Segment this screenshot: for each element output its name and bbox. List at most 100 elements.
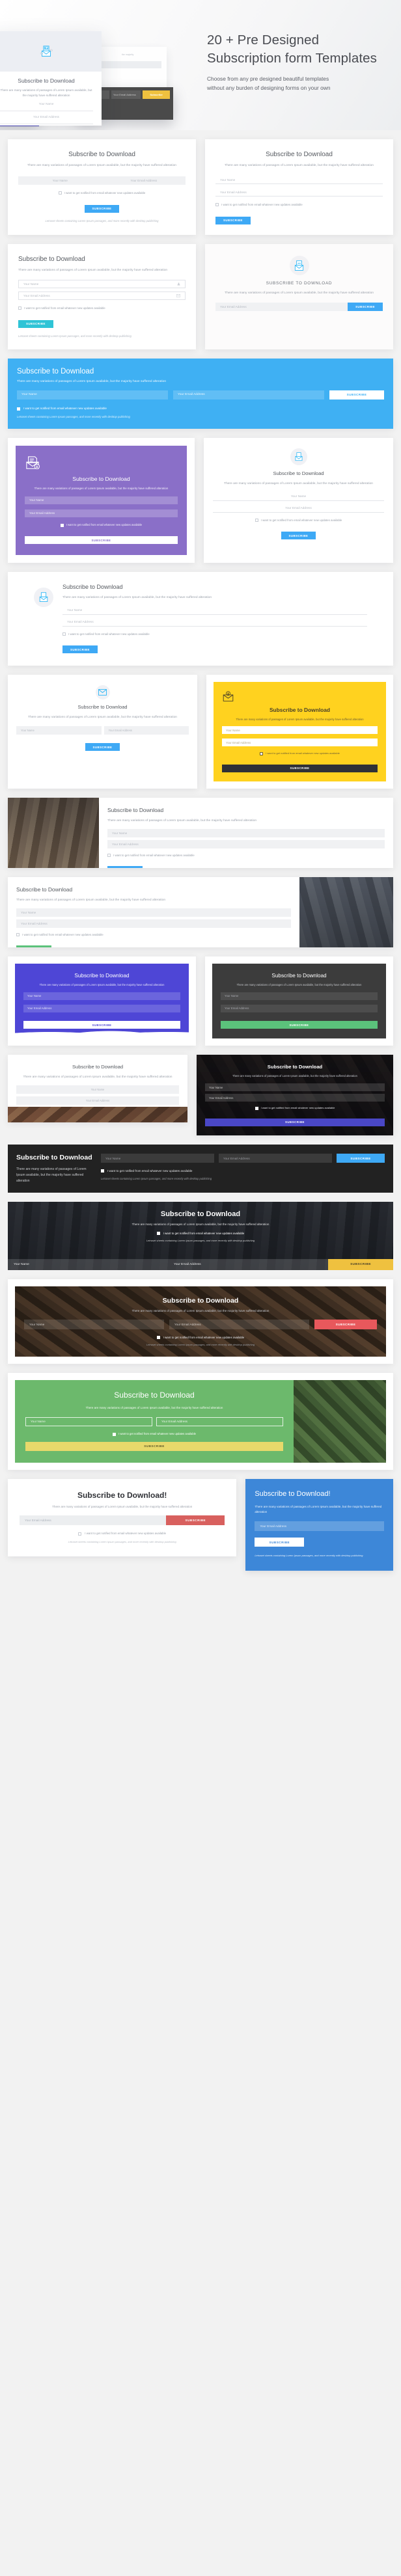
template-22-email-input[interactable]: Your Email Address [255,1521,384,1532]
template-5-email-input[interactable]: Your Email Address [173,390,324,400]
template-15-email-input[interactable]: Your Email Address [16,1096,179,1105]
template-12-email-input[interactable]: Your Email Address [16,919,291,929]
template-card-8[interactable]: Subscribe to Download There are many var… [8,571,393,666]
template-17-subscribe-button[interactable]: SUBSCRIBE [337,1154,385,1163]
template-card-2[interactable]: Subscribe to Download There are many var… [205,139,393,236]
template-13-subscribe-button[interactable]: SUBSCRIBE [23,1021,180,1029]
template-card-5[interactable]: Subscribe to Download There are many var… [8,358,393,429]
template-10-subscribe-button[interactable]: SUBSCRIBE [222,764,378,772]
template-16-name-input[interactable]: Your Name [205,1083,385,1092]
template-card-1[interactable]: Subscribe to Download There are many var… [8,139,196,236]
template-card-10[interactable]: Subscribe to Download There are many var… [214,681,386,782]
template-3-name-input[interactable]: Your Name [18,280,186,289]
template-8-subscribe-button[interactable]: SUBSCRIBE [62,645,98,654]
template-card-4[interactable]: SUBSCRIBE TO DOWNLOAD There are many var… [205,244,393,349]
template-11-email-input[interactable]: Your Email Address [107,840,385,849]
template-7-name-input[interactable]: Your Name [213,493,384,501]
template-card-17[interactable]: Subscribe to Download There are many var… [8,1145,393,1193]
template-card-12[interactable]: Subscribe to Download There are many var… [8,877,393,948]
hero-dark-subscribe-button[interactable]: Subscribe [143,90,170,99]
template-1-email-input[interactable]: Your Email Address [102,176,186,185]
template-6-subscribe-button[interactable]: SUBSCRIBE [25,536,178,545]
template-4-email-input[interactable]: Your Email Address [215,303,348,312]
template-card-21[interactable]: Subscribe to Download! There are many va… [8,1478,237,1556]
template-20-checkbox[interactable] [113,1432,117,1436]
template-7-checkbox[interactable] [255,518,258,522]
template-19-subscribe-button[interactable]: SUBSCRIBE [314,1320,377,1330]
template-card-20[interactable]: Subscribe to Download There are many var… [15,1380,386,1463]
template-1-name-input[interactable]: Your Name [18,176,102,185]
template-21-checkbox[interactable] [78,1532,82,1536]
hero-ghost-field[interactable] [94,61,161,68]
template-4-subscribe-button[interactable]: SUBSCRIBE [348,303,383,312]
template-10-name-input[interactable]: Your Name [222,726,378,735]
template-3-email-input[interactable]: Your Email Address [18,291,186,301]
template-8-checkbox[interactable] [62,632,66,636]
template-19-name-input[interactable]: Your Name [24,1320,164,1330]
template-card-16[interactable]: Subscribe to Download There are many var… [197,1055,393,1135]
template-9-email-input[interactable]: Your Email Address [104,725,189,735]
template-5-name-input[interactable]: Your Name [17,390,168,400]
template-7-email-input[interactable]: Your Email Address [213,504,384,513]
hero-dark-field-email[interactable]: Your Email Address [111,90,141,99]
template-20-name-input[interactable]: Your Name [25,1417,152,1426]
template-18-email-input[interactable]: Your Email Address [168,1259,328,1271]
template-7-subscribe-button[interactable]: SUBSCRIBE [281,532,316,540]
template-card-9[interactable]: Subscribe to Download There are many var… [8,674,197,789]
hero-main-email-placeholder[interactable]: Your Email Address [0,115,93,118]
template-16-checkbox[interactable] [255,1107,258,1111]
template-21-email-input[interactable]: Your Email Address [20,1515,167,1525]
template-15-name-input[interactable]: Your Name [16,1085,179,1094]
template-18-name-input[interactable]: Your Name [8,1259,168,1271]
template-card-7[interactable]: Subscribe to Download There are many var… [204,437,393,563]
template-11-checkbox[interactable] [107,854,111,858]
template-9-name-input[interactable]: Your Name [16,725,102,735]
template-8-name-input[interactable]: Your Name [62,606,367,615]
template-10-email-input[interactable]: Your Email Address [222,739,378,747]
template-9-subscribe-button[interactable]: SUBSCRIBE [85,743,120,752]
template-3-checkbox[interactable] [18,306,21,310]
template-19-checkbox[interactable] [156,1336,160,1340]
hero-main-preview-card[interactable]: Subscribe to Download There are many var… [0,31,102,126]
template-12-subscribe-button[interactable]: SUBSCRIBE [16,945,51,948]
template-18-subscribe-button[interactable]: SUBSCRIBE [328,1259,393,1271]
template-20-subscribe-button[interactable]: SUBSCRIBE [25,1441,283,1451]
template-2-email-input[interactable]: Your Email Address [215,188,383,197]
template-19-email-input[interactable]: Your Email Address [169,1320,309,1330]
template-5-checkbox[interactable] [17,407,20,411]
template-20-email-input[interactable]: Your Email Address [156,1417,283,1426]
template-card-11[interactable]: Subscribe to Download There are many var… [8,798,393,869]
template-14-subscribe-button[interactable]: SUBSCRIBE [221,1021,378,1029]
template-14-name-input[interactable]: Your Name [221,992,378,1000]
template-13-email-input[interactable]: Your Email Address [23,1004,180,1012]
template-1-subscribe-button[interactable]: SUBSCRIBE [84,204,120,213]
template-card-22[interactable]: Subscribe to Download! There are many va… [245,1478,393,1571]
template-8-email-input[interactable]: Your Email Address [62,618,367,627]
template-17-email-input[interactable]: Your Email Address [219,1154,332,1163]
template-16-email-input[interactable]: Your Email Address [205,1094,385,1102]
template-card-15[interactable]: Subscribe to Download There are many var… [8,1054,187,1122]
template-17-checkbox[interactable] [101,1169,104,1173]
template-18-checkbox[interactable] [156,1232,160,1236]
template-14-email-input[interactable]: Your Email Address [221,1004,378,1012]
template-6-checkbox[interactable] [60,523,64,527]
template-12-checkbox[interactable] [16,933,20,937]
template-6-name-input[interactable]: Your Name [25,496,178,504]
template-11-subscribe-button[interactable]: SUBSCRIBE [107,865,143,869]
template-1-checkbox[interactable] [58,191,62,195]
template-2-checkbox[interactable] [215,203,219,207]
template-card-19[interactable]: Subscribe to Download There are many var… [15,1286,386,1357]
hero-main-name-placeholder[interactable]: Your Name [0,102,93,105]
template-3-subscribe-button[interactable]: SUBSCRIBE [18,319,53,328]
template-card-13[interactable]: Subscribe to Download There are many var… [15,964,189,1038]
template-card-14[interactable]: Subscribe to Download There are many var… [212,964,386,1038]
template-card-3[interactable]: Subscribe to Download There are many var… [8,244,196,349]
template-5-subscribe-button[interactable]: SUBSCRIBE [329,390,384,400]
template-17-name-input[interactable]: Your Name [101,1154,214,1163]
template-13-name-input[interactable]: Your Name [23,992,180,1000]
template-card-6[interactable]: Subscribe to Download There are many var… [16,445,187,555]
template-16-subscribe-button[interactable]: SUBSCRIBE [205,1118,385,1126]
template-11-name-input[interactable]: Your Name [107,829,385,838]
template-2-subscribe-button[interactable]: SUBSCRIBE [215,216,251,224]
template-card-18[interactable]: Subscribe to Download There are many var… [8,1202,393,1271]
